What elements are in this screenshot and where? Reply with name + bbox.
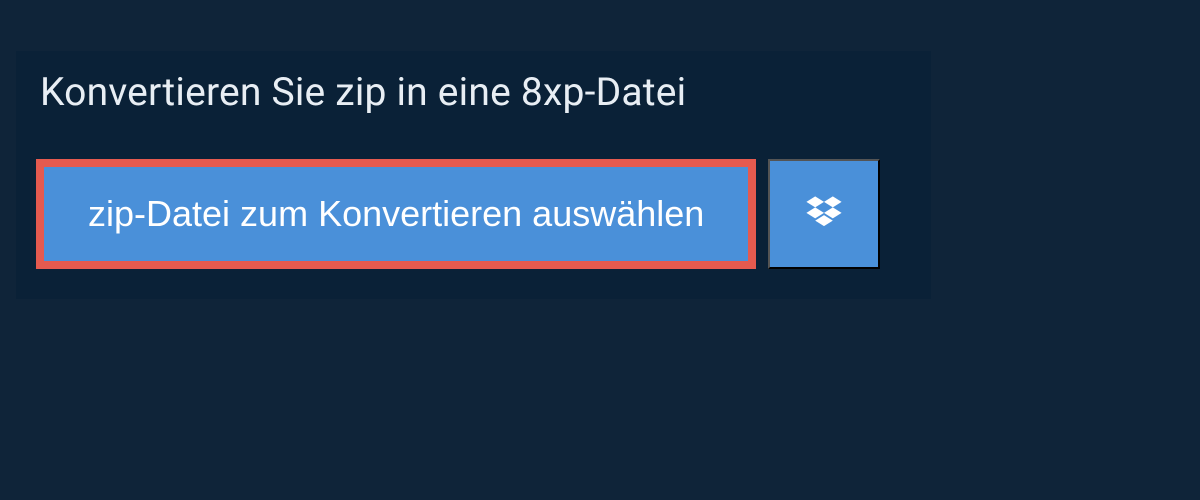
button-row: zip-Datei zum Konvertieren auswählen — [16, 139, 931, 299]
title-bar: Konvertieren Sie zip in eine 8xp-Datei — [16, 51, 776, 139]
dropbox-button[interactable] — [768, 159, 880, 269]
converter-panel: Konvertieren Sie zip in eine 8xp-Datei z… — [16, 51, 931, 299]
page-title: Konvertieren Sie zip in eine 8xp-Datei — [40, 69, 752, 115]
dropbox-icon — [802, 192, 846, 236]
select-file-button[interactable]: zip-Datei zum Konvertieren auswählen — [36, 159, 756, 269]
